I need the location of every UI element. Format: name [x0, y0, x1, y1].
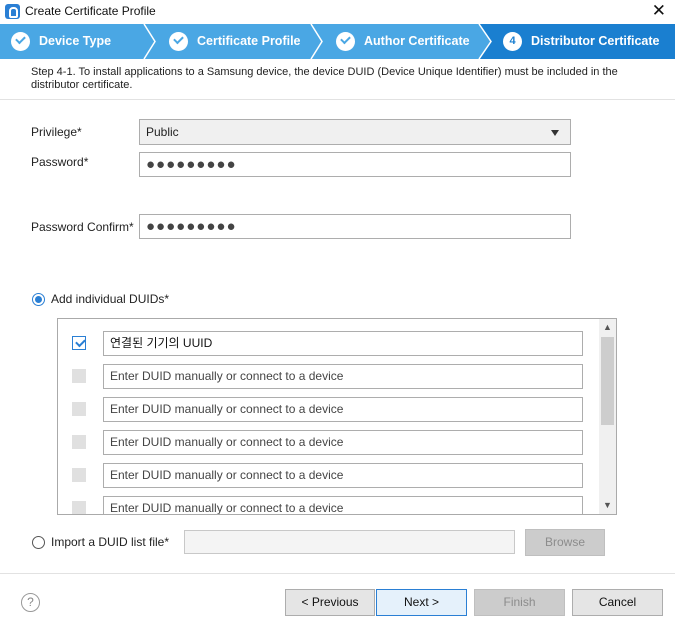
import-duid-file-radio[interactable] [32, 536, 45, 549]
duid-checkbox[interactable] [72, 369, 86, 383]
duid-checkbox[interactable] [72, 402, 86, 416]
title-bar: Create Certificate Profile ✕ [0, 0, 675, 24]
chevron-right-icon [143, 24, 156, 59]
dropdown-arrow-icon [551, 130, 559, 136]
duid-row: Enter DUID manually or connect to a devi… [58, 430, 598, 456]
duid-input[interactable]: Enter DUID manually or connect to a devi… [103, 463, 583, 488]
cancel-button[interactable]: Cancel [572, 589, 663, 616]
previous-button[interactable]: < Previous [285, 589, 375, 616]
duid-checkbox[interactable] [72, 468, 86, 482]
duid-input[interactable]: Enter DUID manually or connect to a devi… [103, 430, 583, 455]
next-button[interactable]: Next > [376, 589, 467, 616]
password-confirm-field[interactable]: ●●●●●●●●● [139, 214, 571, 239]
step-label: Author Certificate [364, 34, 470, 48]
divider [0, 99, 675, 100]
add-individual-duids-label: Add individual DUIDs* [51, 292, 170, 306]
duid-input[interactable]: 연결된 기기의 UUID [103, 331, 583, 356]
chevron-right-icon [477, 24, 492, 59]
step-label: Distributor Certificate [531, 34, 660, 48]
window-title: Create Certificate Profile [25, 4, 156, 18]
import-duid-file-label: Import a DUID list file* [51, 535, 170, 549]
duid-row: Enter DUID manually or connect to a devi… [58, 397, 598, 423]
check-icon [336, 32, 355, 51]
scroll-up-icon[interactable]: ▲ [599, 319, 616, 336]
scrollbar-thumb[interactable] [601, 337, 614, 425]
step-description: Step 4-1. To install applications to a S… [31, 66, 618, 91]
add-individual-duids-radio[interactable] [32, 293, 45, 306]
duid-row: 연결된 기기의 UUID [58, 331, 598, 357]
finish-button[interactable]: Finish [474, 589, 565, 616]
duid-scrollbar[interactable]: ▲ ▼ [599, 319, 616, 514]
step-certificate-profile: Certificate Profile [158, 24, 318, 59]
check-icon [169, 32, 188, 51]
duid-input[interactable]: Enter DUID manually or connect to a devi… [103, 364, 583, 389]
help-icon[interactable]: ? [21, 593, 40, 612]
duid-checkbox[interactable] [72, 501, 86, 514]
chevron-right-icon [310, 24, 323, 59]
duid-row: Enter DUID manually or connect to a devi… [58, 364, 598, 390]
duid-row: Enter DUID manually or connect to a devi… [58, 463, 598, 489]
check-icon [11, 32, 30, 51]
password-label: Password* [31, 155, 89, 169]
browse-button[interactable]: Browse [525, 529, 605, 556]
duid-input[interactable]: Enter DUID manually or connect to a devi… [103, 496, 583, 514]
step-device-type: Device Type [0, 24, 150, 59]
privilege-value: Public [146, 125, 179, 139]
password-confirm-label: Password Confirm* [31, 220, 134, 234]
wizard-steps: Device Type Certificate Profile Author C… [0, 24, 675, 59]
divider [0, 573, 675, 574]
app-icon [5, 4, 20, 19]
privilege-label: Privilege* [31, 125, 82, 139]
duid-list: 연결된 기기의 UUID Enter DUID manually or conn… [57, 318, 617, 515]
step-label: Certificate Profile [197, 34, 301, 48]
step-number-badge: 4 [503, 32, 522, 51]
duid-checkbox[interactable] [72, 435, 86, 449]
close-icon[interactable]: ✕ [652, 2, 666, 20]
privilege-select[interactable]: Public [139, 119, 571, 145]
scroll-down-icon[interactable]: ▼ [599, 497, 616, 514]
password-field[interactable]: ●●●●●●●●● [139, 152, 571, 177]
step-author-certificate: Author Certificate [325, 24, 475, 59]
duid-input[interactable]: Enter DUID manually or connect to a devi… [103, 397, 583, 422]
step-distributor-certificate: 4 Distributor Certificate [493, 24, 675, 59]
step-label: Device Type [39, 34, 112, 48]
duid-checkbox[interactable] [72, 336, 86, 350]
import-file-path-field [184, 530, 515, 554]
duid-row: Enter DUID manually or connect to a devi… [58, 496, 598, 514]
